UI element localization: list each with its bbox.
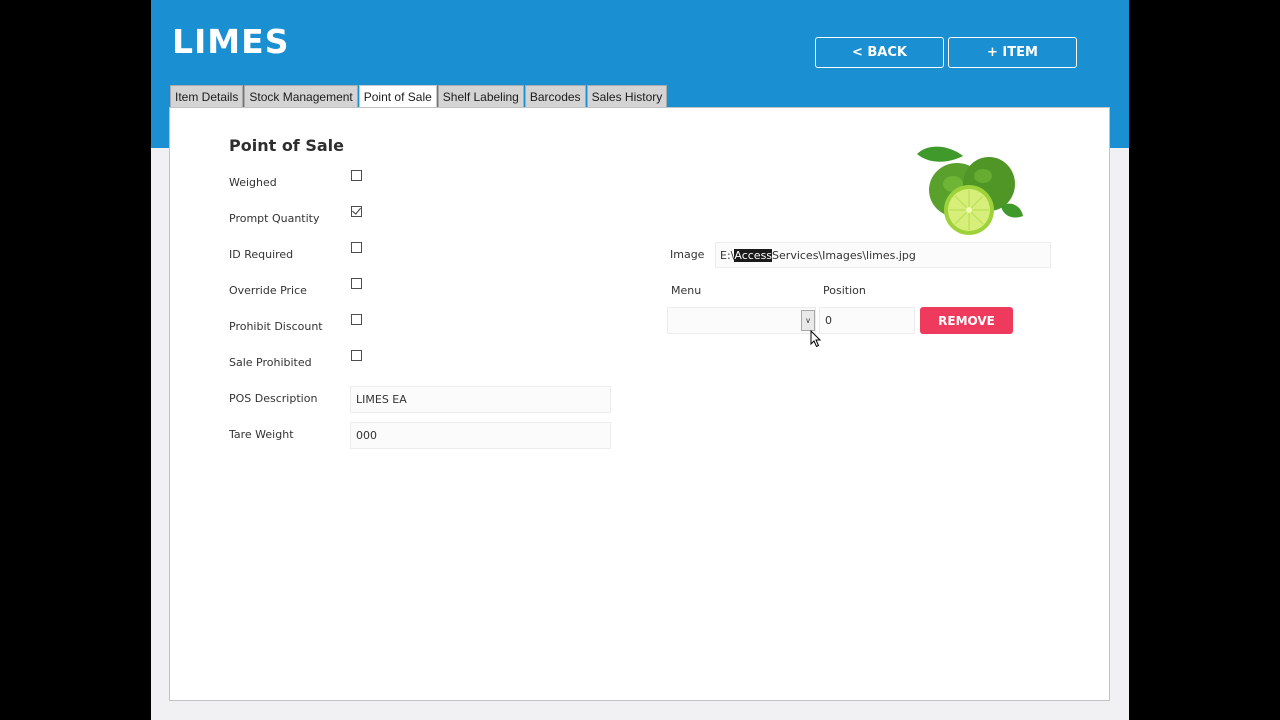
point-of-sale-panel: Point of Sale Weighed Prompt Quantity ID…: [169, 107, 1110, 701]
tab-stock-management[interactable]: Stock Management: [244, 85, 358, 107]
position-input[interactable]: 0: [819, 307, 915, 334]
remove-button[interactable]: REMOVE: [920, 307, 1013, 334]
sale-prohibited-label: Sale Prohibited: [229, 356, 312, 369]
image-path-prefix: E:\: [720, 248, 735, 262]
tab-shelf-labeling[interactable]: Shelf Labeling: [437, 85, 524, 107]
back-button[interactable]: < BACK: [815, 37, 944, 68]
product-image: [917, 146, 1023, 235]
image-path-selection: Access: [734, 248, 773, 262]
tab-point-of-sale[interactable]: Point of Sale: [358, 85, 437, 107]
item-editor-window: LIMES < BACK + ITEM Item Details Stock M…: [151, 0, 1129, 720]
prohibit-discount-checkbox[interactable]: [351, 314, 362, 325]
weighed-checkbox[interactable]: [351, 170, 362, 181]
image-label: Image: [670, 248, 705, 261]
pos-description-label: POS Description: [229, 392, 318, 405]
checkmark-icon: [352, 205, 361, 215]
chevron-down-icon[interactable]: ∨: [801, 310, 815, 331]
menu-label: Menu: [671, 284, 702, 297]
override-price-label: Override Price: [229, 284, 307, 297]
tab-bar: Item Details Stock Management Point of S…: [170, 85, 668, 107]
tab-item-details[interactable]: Item Details: [170, 85, 244, 107]
tab-barcodes[interactable]: Barcodes: [524, 85, 586, 107]
menu-select[interactable]: ∨: [667, 307, 816, 334]
override-price-checkbox[interactable]: [351, 278, 362, 289]
image-path-suffix: Services\Images\limes.jpg: [772, 248, 916, 262]
image-path-input[interactable]: E:\ Access Services\Images\limes.jpg: [715, 242, 1051, 268]
page-title: LIMES: [172, 22, 290, 61]
pos-description-input[interactable]: LIMES EA: [350, 386, 611, 413]
tab-sales-history[interactable]: Sales History: [586, 85, 668, 107]
prompt-quantity-label: Prompt Quantity: [229, 212, 320, 225]
weighed-label: Weighed: [229, 176, 277, 189]
section-title: Point of Sale: [229, 136, 344, 155]
id-required-label: ID Required: [229, 248, 294, 261]
prompt-quantity-checkbox[interactable]: [351, 205, 362, 217]
add-item-button[interactable]: + ITEM: [948, 37, 1077, 68]
tare-weight-input[interactable]: 000: [350, 422, 611, 449]
prohibit-discount-label: Prohibit Discount: [229, 320, 323, 333]
sale-prohibited-checkbox[interactable]: [351, 350, 362, 361]
position-label: Position: [823, 284, 866, 297]
tare-weight-label: Tare Weight: [229, 428, 294, 441]
mouse-pointer-icon: [810, 330, 822, 348]
id-required-checkbox[interactable]: [351, 242, 362, 253]
